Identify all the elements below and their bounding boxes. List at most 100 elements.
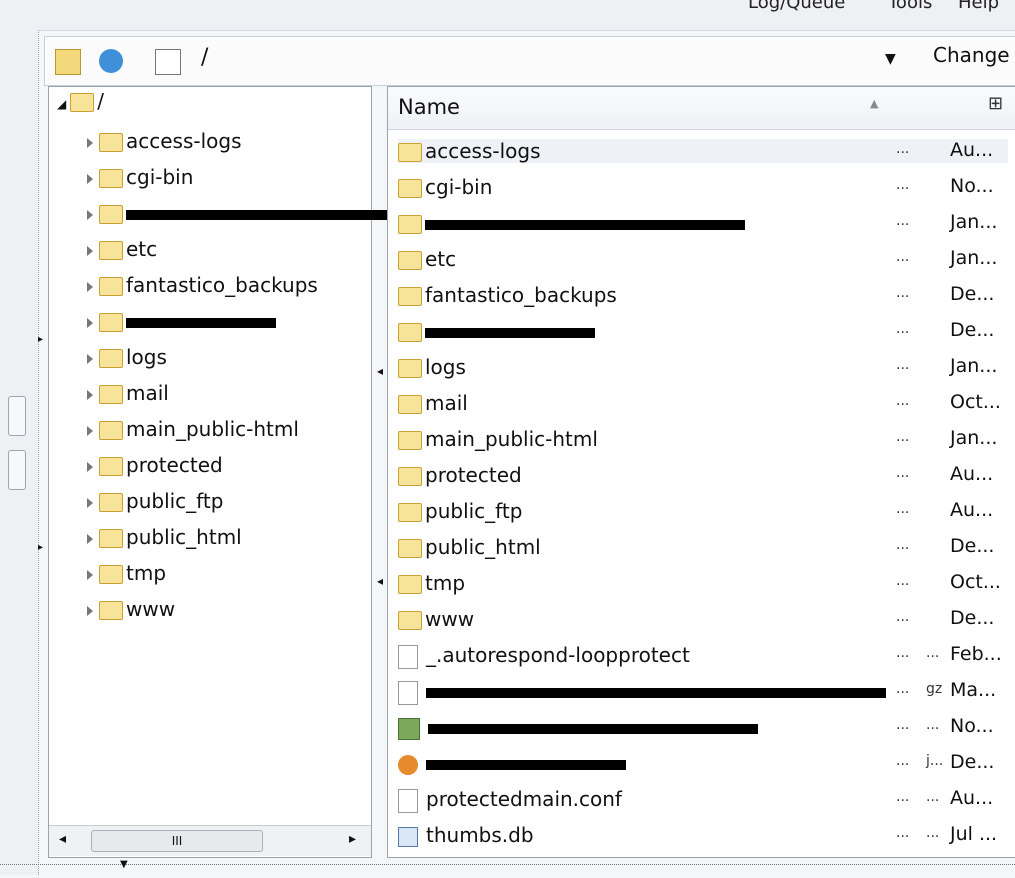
tree-item[interactable]: logs	[87, 345, 167, 369]
tree-item[interactable]: access-logs	[87, 129, 242, 153]
list-row[interactable]: cgi-bin... No...	[398, 175, 1008, 199]
folder-icon	[99, 493, 123, 512]
file-name: mail	[425, 391, 468, 415]
list-row[interactable]: mail... Oct...	[398, 391, 1008, 415]
date-cell: Au...	[950, 787, 994, 809]
list-row[interactable]: fantastico_backups... De...	[398, 283, 1008, 307]
expand-arrow-icon[interactable]	[87, 137, 93, 148]
list-row[interactable]: protectedmain.conf...... Au...	[398, 787, 1008, 813]
file-name: _.autorespond-loopprotect	[426, 643, 690, 667]
list-row[interactable]: public_ftp... Au...	[398, 499, 1008, 523]
date-cell: Feb...	[950, 643, 1002, 665]
size-cell: ...	[896, 537, 910, 553]
side-panel-button-2[interactable]	[8, 450, 26, 490]
horizontal-scrollbar[interactable]: ◂ III ▸	[49, 825, 371, 856]
expand-arrow-icon[interactable]	[87, 209, 93, 220]
date-cell: Jan...	[950, 427, 998, 449]
scroll-left-icon[interactable]: ◂	[59, 831, 66, 847]
tree-item[interactable]: cgi-bin	[87, 165, 193, 189]
date-cell: No...	[950, 715, 994, 737]
expanded-arrow-icon[interactable]: ◢	[57, 97, 66, 111]
menu-log-queue[interactable]: Log/Queue	[748, 0, 845, 13]
folder-icon	[398, 431, 422, 450]
tree-item[interactable]: public_html	[87, 525, 242, 549]
tree-item[interactable]	[87, 309, 276, 333]
list-row[interactable]: etc... Jan...	[398, 247, 1008, 271]
tree-item-label: www	[126, 597, 176, 621]
file-name: public_ftp	[425, 499, 523, 523]
expand-arrow-icon[interactable]	[87, 425, 93, 436]
list-row[interactable]: ... De...	[398, 319, 1008, 343]
type-cell: ...	[926, 645, 940, 661]
list-row[interactable]: public_html... De...	[398, 535, 1008, 559]
list-row[interactable]: tmp... Oct...	[398, 571, 1008, 595]
expand-arrow-icon[interactable]	[87, 353, 93, 364]
side-panel-button-1[interactable]	[8, 396, 26, 436]
menu-help[interactable]: Help	[958, 0, 999, 13]
list-row[interactable]: main_public-html... Jan...	[398, 427, 1008, 451]
bottom-dropdown-icon[interactable]: ▼	[120, 859, 128, 870]
list-row[interactable]: logs... Jan...	[398, 355, 1008, 379]
file-icon	[398, 680, 418, 705]
list-row[interactable]: access-logs... Au...	[398, 139, 1008, 163]
list-row[interactable]: ... j... De...	[398, 751, 1008, 775]
path-field[interactable]: /	[201, 45, 208, 70]
folder-icon	[99, 601, 123, 620]
tree-item[interactable]: www	[87, 597, 175, 621]
tree-item[interactable]: public_ftp	[87, 489, 223, 513]
date-cell: De...	[950, 535, 995, 557]
file-name: www	[425, 607, 475, 631]
size-cell: ...	[896, 645, 910, 661]
tree-item-label: mail	[126, 381, 169, 405]
tree-item[interactable]	[87, 201, 406, 225]
list-row[interactable]: www... De...	[398, 607, 1008, 631]
tree-item[interactable]: mail	[87, 381, 169, 405]
size-cell: ...	[896, 393, 910, 409]
tree-item[interactable]: etc	[87, 237, 157, 261]
column-name-header[interactable]: Name	[398, 95, 460, 119]
gutter-arrow-icon-2[interactable]: ▸	[38, 542, 43, 553]
expand-arrow-icon[interactable]	[87, 245, 93, 256]
expand-arrow-icon[interactable]	[87, 533, 93, 544]
column-chooser-icon[interactable]: ⊞	[988, 93, 1003, 114]
list-row[interactable]: ... gz Ma...	[398, 679, 1008, 705]
dropdown-arrow-icon[interactable]: ▼	[885, 51, 896, 67]
size-cell: ...	[896, 717, 910, 733]
file-name: tmp	[425, 571, 466, 595]
expand-arrow-icon[interactable]	[87, 605, 93, 616]
expand-arrow-icon[interactable]	[87, 461, 93, 472]
tree-item[interactable]: fantastico_backups	[87, 273, 318, 297]
tree-item[interactable]: main_public-html	[87, 417, 299, 441]
list-row[interactable]: thumbs.db...... Jul ...	[398, 823, 1008, 847]
date-cell: Jul ...	[950, 823, 998, 845]
new-file-icon[interactable]	[155, 49, 181, 75]
tree-item[interactable]: tmp	[87, 561, 166, 585]
expand-arrow-icon[interactable]	[87, 281, 93, 292]
gutter-arrow-icon[interactable]: ▸	[38, 334, 43, 345]
list-row[interactable]: protected... Au...	[398, 463, 1008, 487]
parent-folder-icon[interactable]	[55, 49, 81, 75]
expand-arrow-icon[interactable]	[87, 569, 93, 580]
scroll-right-icon[interactable]: ▸	[349, 831, 356, 847]
list-row[interactable]: ...... No...	[398, 715, 1008, 740]
list-row[interactable]: _.autorespond-loopprotect...... Feb...	[398, 643, 1008, 669]
expand-arrow-icon[interactable]	[87, 317, 93, 328]
file-name: public_html	[425, 535, 541, 559]
size-cell: ...	[896, 753, 910, 769]
expand-arrow-icon[interactable]	[87, 497, 93, 508]
expand-arrow-icon[interactable]	[87, 173, 93, 184]
change-button[interactable]: Change	[933, 43, 1010, 67]
splitter-arrow-icon[interactable]: ◂	[377, 364, 383, 378]
refresh-icon[interactable]	[99, 49, 123, 73]
list-row[interactable]: ... Jan...	[398, 211, 1008, 235]
expand-arrow-icon[interactable]	[87, 389, 93, 400]
tree-root-label: /	[97, 89, 104, 113]
tree-item[interactable]: protected	[87, 453, 223, 477]
tree-root[interactable]: ◢ /	[57, 89, 104, 113]
folder-icon	[99, 349, 123, 368]
size-cell: ...	[896, 141, 910, 157]
folder-icon	[70, 93, 95, 112]
splitter-arrow-icon-2[interactable]: ◂	[377, 574, 383, 588]
menu-tools[interactable]: Tools	[888, 0, 932, 13]
scrollbar-thumb[interactable]: III	[91, 830, 263, 852]
